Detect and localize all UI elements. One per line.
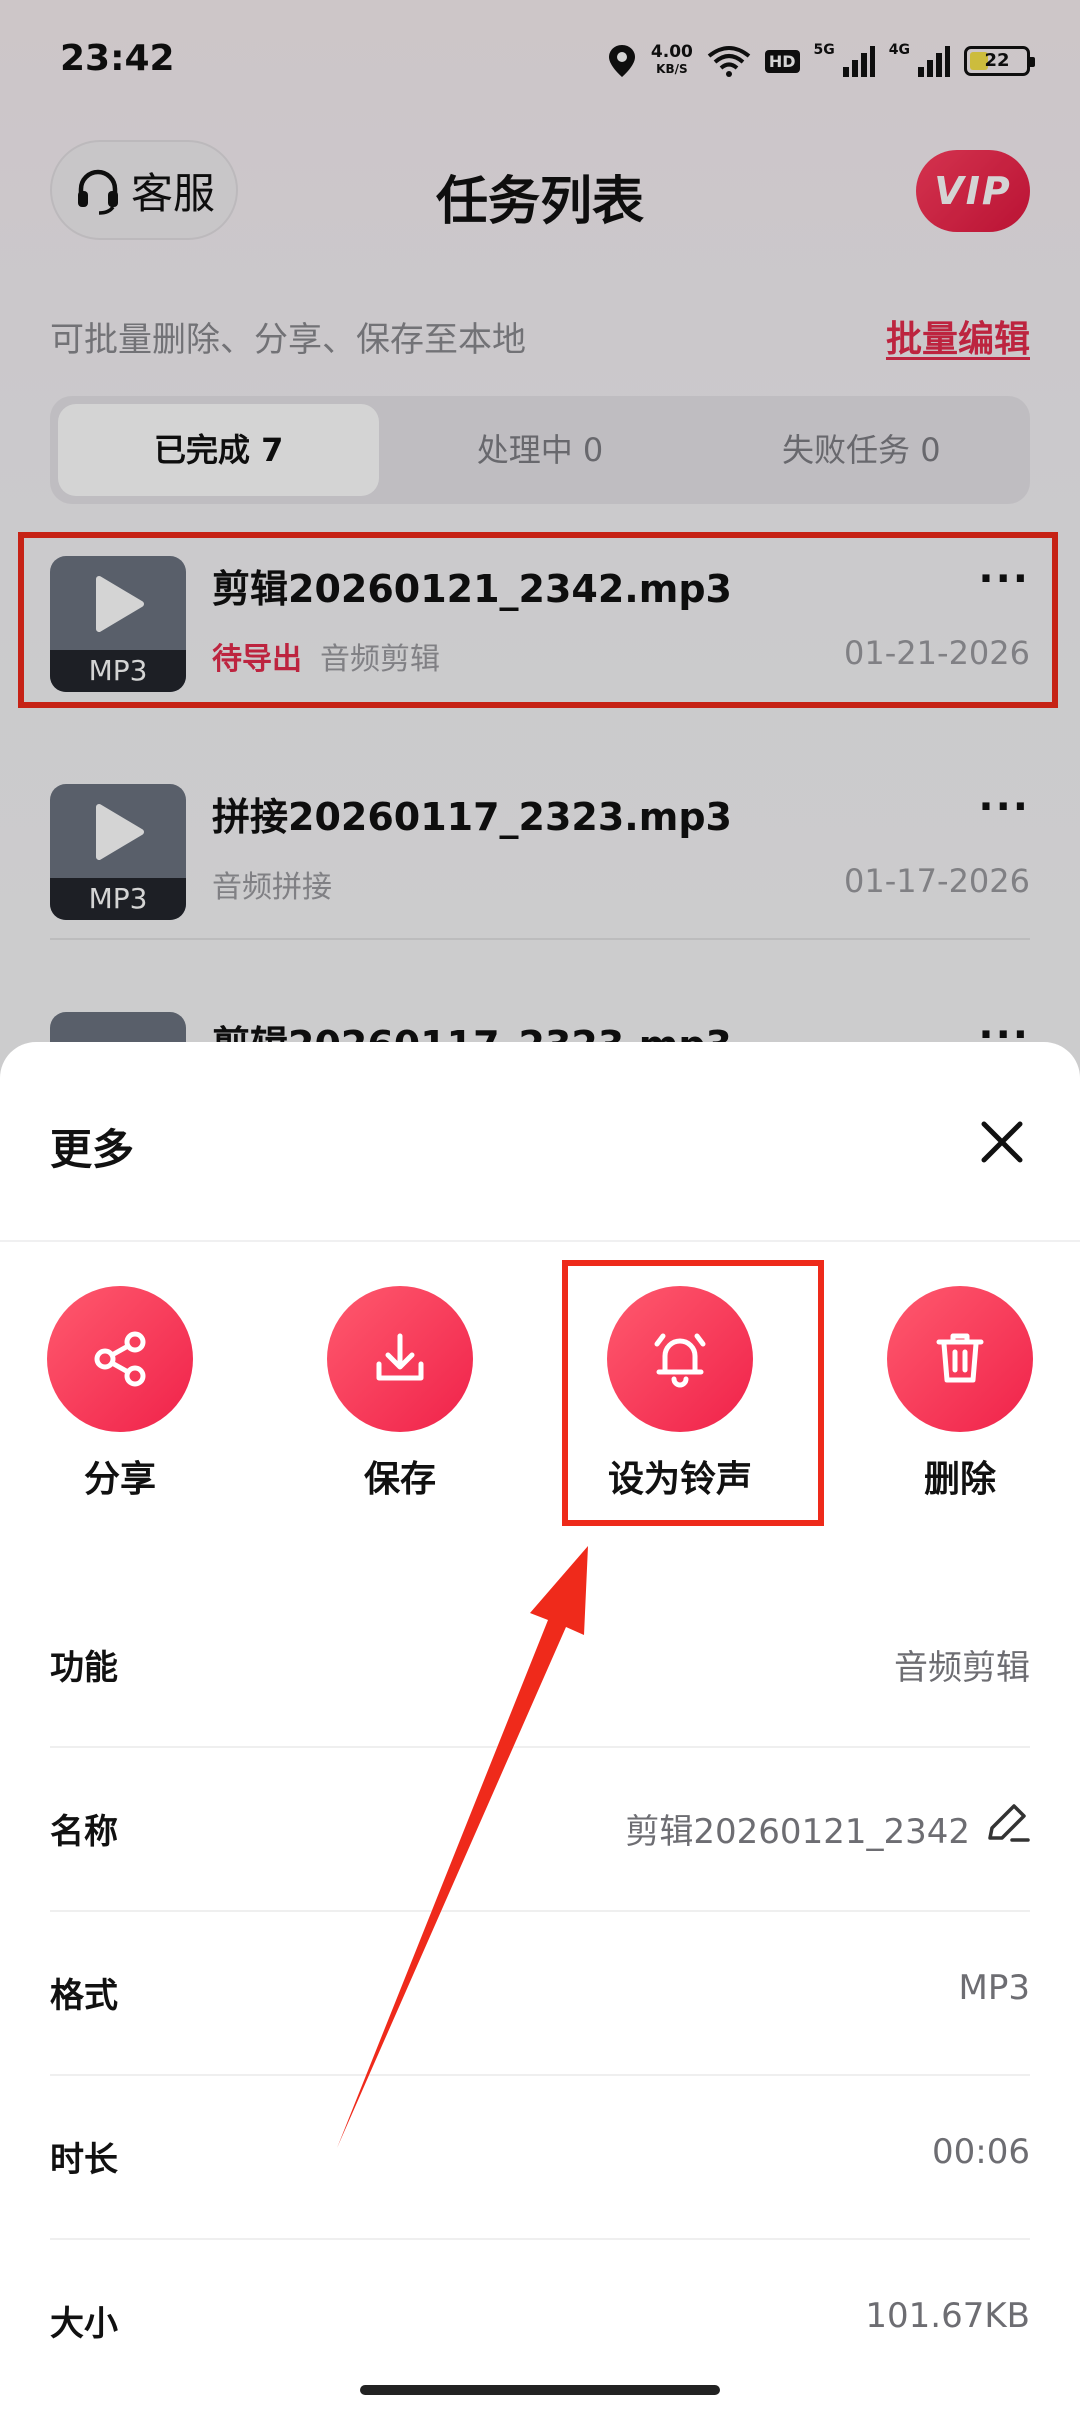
- home-indicator[interactable]: [360, 2385, 720, 2395]
- close-icon[interactable]: [974, 1114, 1030, 1170]
- action-row: 分享 保存 设为铃声 删除: [0, 1286, 1080, 1506]
- info-row-duration: 时长 00:06: [50, 2076, 1030, 2240]
- trash-icon-circle: [887, 1286, 1033, 1432]
- delete-label: 删除: [923, 1459, 996, 1500]
- info-value: 音频剪辑: [894, 1648, 1030, 1688]
- info-label: 格式: [50, 1976, 118, 2016]
- delete-button[interactable]: 删除: [860, 1286, 1060, 1506]
- info-label: 名称: [50, 1812, 118, 1852]
- download-icon-circle: [327, 1286, 473, 1432]
- info-label: 时长: [50, 2140, 118, 2180]
- save-button[interactable]: 保存: [300, 1286, 500, 1506]
- info-row-size: 大小 101.67KB: [50, 2240, 1030, 2404]
- sheet-title: 更多: [50, 1125, 135, 1174]
- trash-icon: [936, 1333, 984, 1383]
- info-value: MP3: [958, 1968, 1030, 2008]
- more-sheet: 更多 分享 保存 设为铃声 删除 功能 音频剪辑 名称 剪辑20260121_2…: [0, 1042, 1080, 2412]
- share-button[interactable]: 分享: [20, 1286, 220, 1506]
- info-row-name[interactable]: 名称 剪辑20260121_2342: [50, 1748, 1030, 1912]
- info-value: 101.67KB: [865, 2296, 1030, 2336]
- download-icon: [376, 1333, 424, 1381]
- share-icon: [94, 1331, 146, 1387]
- save-label: 保存: [363, 1459, 436, 1500]
- highlight-box: [562, 1260, 824, 1526]
- share-label: 分享: [83, 1459, 156, 1500]
- share-icon-circle: [47, 1286, 193, 1432]
- info-value: 剪辑20260121_2342: [625, 1812, 970, 1852]
- edit-icon[interactable]: [982, 1800, 1030, 1848]
- info-row-function: 功能 音频剪辑: [50, 1584, 1030, 1748]
- info-label: 功能: [50, 1648, 118, 1688]
- info-row-format: 格式 MP3: [50, 1912, 1030, 2076]
- sheet-divider: [0, 1240, 1080, 1242]
- info-label: 大小: [50, 2304, 118, 2344]
- info-value: 00:06: [932, 2132, 1030, 2172]
